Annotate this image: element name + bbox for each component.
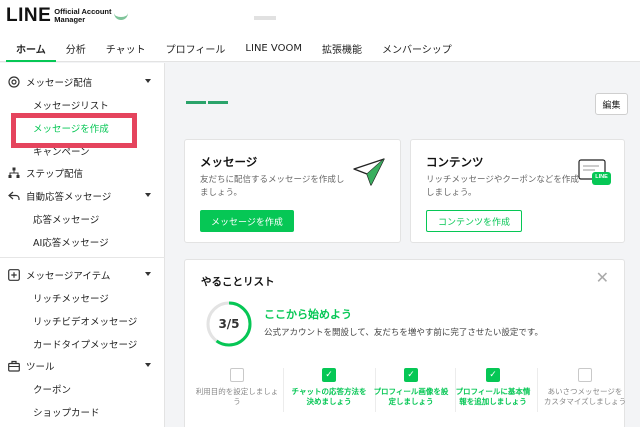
chevron-down-icon[interactable] (145, 79, 151, 83)
todo-step-label: 利用目的を設定しましょう (195, 387, 279, 406)
tab-extensions[interactable]: 拡張機能 (312, 36, 372, 61)
account-name-placeholder (254, 16, 276, 20)
checked-box-icon: ✓ (404, 368, 418, 382)
line-oam-logo[interactable]: LINE Official Account Manager (6, 6, 124, 25)
paper-plane-icon (353, 157, 385, 191)
checked-box-icon: ✓ (322, 368, 336, 382)
todo-step-greeting[interactable]: あいさつメッセージを カスタマイズしましょう (539, 368, 631, 407)
app-header: LINE Official Account Manager (0, 0, 640, 36)
main-nav: ホーム 分析 チャット プロフィール LINE VOOM 拡張機能 メンバーシッ… (0, 36, 640, 62)
tab-profile[interactable]: プロフィール (156, 36, 236, 61)
message-card-desc-line: ましょう。 (200, 188, 242, 198)
sidebar-section-message-delivery[interactable]: メッセージ配信 (0, 71, 165, 93)
todo-step-label: チャットの応答方法を 決めましょう (291, 387, 367, 406)
step-divider (537, 368, 538, 412)
sidebar-item-card-type-message[interactable]: カードタイプメッセージ (0, 333, 165, 355)
todo-steps: 利用目的を設定しましょう ✓ チャットの応答方法を 決めましょう ✓ プロフィール… (193, 368, 633, 416)
edit-button[interactable]: 編集 (595, 93, 628, 115)
content-card: コンテンツ リッチメッセージやクーポンなどを作成 しましょう。 コンテンツを作成… (410, 139, 625, 243)
sidebar-item-rich-video-message[interactable]: リッチビデオメッセージ (0, 310, 165, 332)
highlight-annotation-box (11, 113, 137, 148)
sidebar-section-label: メッセージアイテム (26, 271, 111, 282)
chevron-down-icon[interactable] (145, 193, 151, 197)
sidebar-item-step-delivery[interactable]: ステップ配信 (0, 162, 165, 184)
plus-square-icon (8, 269, 20, 281)
sidebar-section-label: メッセージ配信 (26, 78, 93, 89)
todo-card: やることリスト ✕ 3/5 ここから始めよう 公式アカウントを開設して、友だちを… (184, 259, 626, 427)
unchecked-box-icon (230, 368, 244, 382)
sidebar-section-auto-reply[interactable]: 自動応答メッセージ (0, 185, 165, 207)
reply-arrow-icon (8, 190, 20, 202)
toolbox-icon (8, 360, 20, 372)
sidebar-section-label: ツール (26, 362, 55, 373)
broadcast-icon (8, 76, 20, 88)
todo-step-purpose[interactable]: 利用目的を設定しましょう (195, 368, 279, 407)
message-card-desc-line: 友だちに配信するメッセージを作成し (200, 175, 345, 185)
main-content: 編集 メッセージ 友だちに配信するメッセージを作成し ましょう。 メッセージを作… (166, 63, 640, 427)
tab-chat[interactable]: チャット (96, 36, 156, 61)
todo-step-label: プロフィールに基本情 報を追加しましょう (455, 387, 531, 406)
todo-step-label: プロフィール画像を設 定しましょう (373, 387, 449, 406)
todo-subtext: 公式アカウントを開設して、友だちを増やす前に完了させたい設定です。 (264, 328, 543, 338)
sidebar-section-message-items[interactable]: メッセージアイテム (0, 264, 165, 286)
sidebar-section-label: 自動応答メッセージ (26, 192, 112, 203)
step-tree-icon (8, 167, 20, 179)
chevron-down-icon[interactable] (145, 363, 151, 367)
sidebar-section-tools[interactable]: ツール (0, 355, 165, 377)
close-icon[interactable]: ✕ (596, 270, 609, 286)
line-badge-text: LINE (595, 174, 608, 180)
unchecked-box-icon (578, 368, 592, 382)
todo-step-profile-image[interactable]: ✓ プロフィール画像を設 定しましょう (369, 368, 453, 407)
step-divider (283, 368, 284, 412)
tab-line-voom[interactable]: LINE VOOM (235, 36, 312, 61)
todo-title: やることリスト (201, 276, 275, 288)
create-content-button[interactable]: コンテンツを作成 (426, 210, 523, 232)
account-title-placeholder (186, 101, 228, 104)
todo-step-profile-info[interactable]: ✓ プロフィールに基本情 報を追加しましょう (451, 368, 535, 407)
tab-membership[interactable]: メンバーシップ (372, 36, 462, 61)
line-chat-icon: LINE (578, 158, 612, 190)
sidebar-item-label: ステップ配信 (26, 169, 84, 180)
chevron-down-icon[interactable] (145, 272, 151, 276)
create-message-button[interactable]: メッセージを作成 (200, 210, 294, 232)
tab-home[interactable]: ホーム (6, 36, 56, 62)
sidebar-divider (0, 257, 165, 258)
todo-step-label: あいさつメッセージを カスタマイズしましょう (543, 387, 627, 406)
message-card-description: 友だちに配信するメッセージを作成し ましょう。 (200, 174, 344, 200)
sidebar-item-shop-card[interactable]: ショップカード (0, 401, 165, 423)
progress-text: 3/5 (218, 317, 240, 331)
logo-wordmark: LINE (6, 5, 52, 26)
progress-ring: 3/5 (205, 300, 253, 348)
message-card-title: メッセージ (200, 155, 258, 169)
sidebar-item-ai-reply[interactable]: AI応答メッセージ (0, 231, 165, 253)
tab-analytics[interactable]: 分析 (56, 36, 96, 61)
message-card: メッセージ 友だちに配信するメッセージを作成し ましょう。 メッセージを作成 (184, 139, 401, 243)
content-card-title: コンテンツ (426, 155, 484, 169)
content-card-desc-line: しましょう。 (426, 188, 477, 198)
checked-box-icon: ✓ (486, 368, 500, 382)
account-avatar-partial[interactable] (114, 10, 128, 20)
todo-step-chat-reply[interactable]: ✓ チャットの応答方法を 決めましょう (287, 368, 371, 407)
sidebar-item-rich-message[interactable]: リッチメッセージ (0, 287, 165, 309)
content-card-description: リッチメッセージやクーポンなどを作成 しましょう。 (426, 174, 579, 200)
sidebar-item-coupon[interactable]: クーポン (0, 378, 165, 400)
sidebar-item-reply-message[interactable]: 応答メッセージ (0, 208, 165, 230)
todo-heading: ここから始めよう (264, 308, 352, 321)
content-card-desc-line: リッチメッセージやクーポンなどを作成 (426, 175, 579, 185)
